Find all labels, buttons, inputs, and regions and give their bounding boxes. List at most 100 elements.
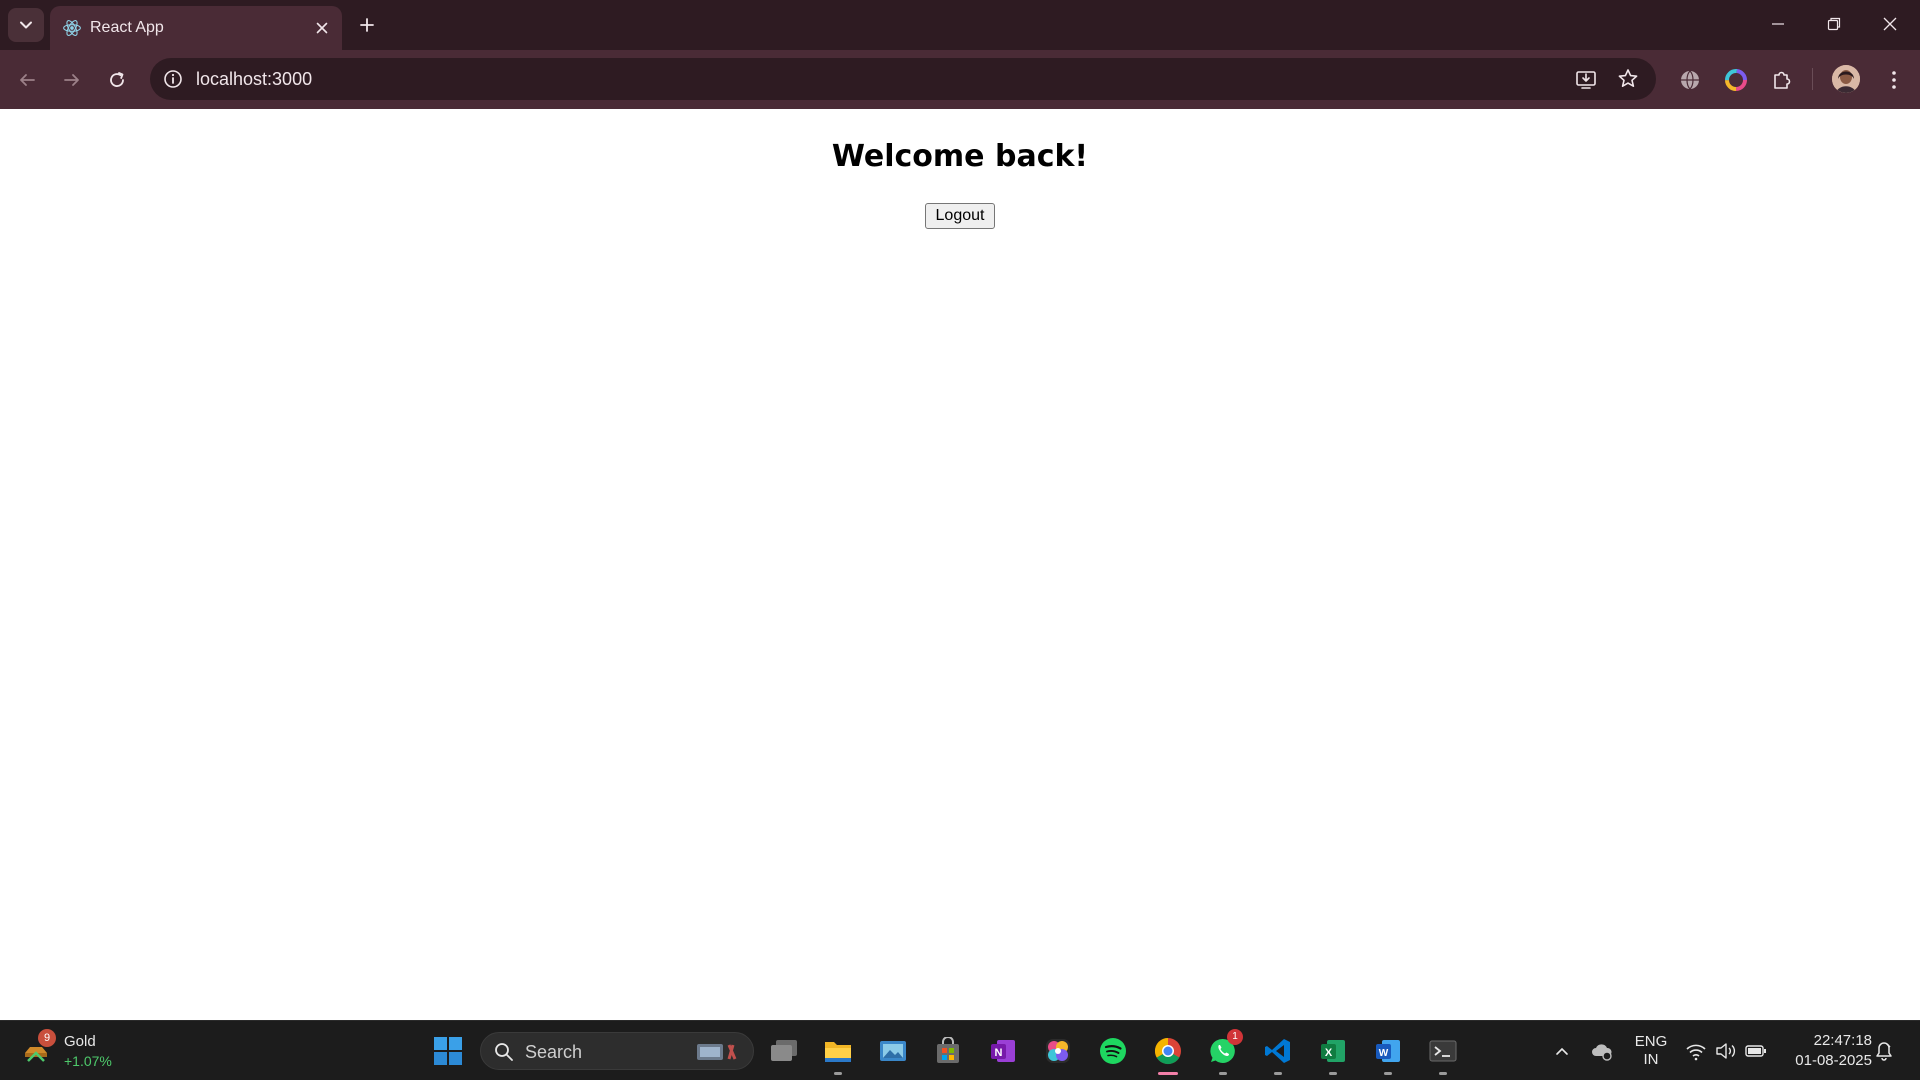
- taskbar-whatsapp[interactable]: 1: [1203, 1029, 1243, 1075]
- tab-search-button[interactable]: [8, 8, 44, 42]
- word-icon: W: [1376, 1040, 1400, 1062]
- web-page: Welcome back! Logout: [0, 109, 1920, 1020]
- page-title: Welcome back!: [831, 139, 1089, 174]
- taskbar-onenote[interactable]: N: [983, 1031, 1023, 1071]
- onenote-icon: N: [991, 1040, 1015, 1062]
- widget-title: Gold: [64, 1033, 96, 1050]
- extensions-puzzle-icon: [1774, 71, 1791, 89]
- clock[interactable]: 22:47:18 01-08-2025: [1782, 1031, 1872, 1071]
- battery-icon: [1745, 1045, 1766, 1057]
- widget-change: +1.07%: [64, 1053, 112, 1069]
- taskbar-excel[interactable]: X: [1313, 1031, 1353, 1075]
- running-indicator: [1384, 1072, 1392, 1075]
- color-extension-icon: [1725, 69, 1747, 91]
- close-icon: [1883, 17, 1897, 31]
- volume-tray-button[interactable]: [1714, 1039, 1738, 1063]
- running-indicator: [834, 1072, 842, 1075]
- active-indicator: [1158, 1072, 1178, 1075]
- forward-button[interactable]: [56, 64, 88, 96]
- tab-strip: React App: [0, 0, 1920, 50]
- install-app-icon[interactable]: [1574, 67, 1598, 91]
- globe-extension-button[interactable]: [1674, 64, 1706, 96]
- globe-extension-icon: [1681, 70, 1699, 90]
- taskbar-chrome[interactable]: [1148, 1031, 1188, 1075]
- copilot-icon: [1046, 1039, 1070, 1063]
- start-button[interactable]: [428, 1031, 468, 1071]
- toolbar-divider: [1812, 68, 1813, 90]
- chevron-up-icon: [1556, 1047, 1568, 1055]
- taskbar-terminal[interactable]: [1423, 1031, 1463, 1075]
- window-close-button[interactable]: [1862, 0, 1918, 48]
- taskbar-store[interactable]: [928, 1031, 968, 1071]
- forward-icon: [64, 74, 79, 86]
- taskbar: 9 Gold +1.07% Search N 1 X W ENG IN 22:4…: [0, 1020, 1920, 1080]
- wifi-icon: [1686, 1044, 1706, 1061]
- browser-menu-button[interactable]: [1878, 64, 1910, 96]
- avatar-image: [1832, 65, 1860, 93]
- store-icon: [937, 1037, 959, 1063]
- spotify-icon: [1100, 1038, 1126, 1064]
- new-tab-button[interactable]: [354, 12, 380, 38]
- close-icon: [316, 22, 328, 34]
- taskbar-word[interactable]: W: [1368, 1031, 1408, 1075]
- clock-date: 01-08-2025: [1795, 1052, 1872, 1069]
- browser-toolbar: localhost:3000: [0, 50, 1920, 109]
- vscode-icon: [1265, 1039, 1290, 1063]
- search-placeholder: Search: [525, 1042, 583, 1062]
- running-indicator: [1329, 1072, 1337, 1075]
- running-indicator: [1274, 1072, 1282, 1075]
- excel-icon: X: [1321, 1040, 1345, 1062]
- reload-button[interactable]: [101, 64, 133, 96]
- address-bar[interactable]: localhost:3000: [150, 58, 1656, 100]
- restore-icon: [1827, 17, 1841, 31]
- info-icon[interactable]: [162, 68, 184, 90]
- menu-kebab-icon: [1892, 71, 1896, 89]
- svg-text:W: W: [1379, 1048, 1389, 1059]
- tab-close-button[interactable]: [312, 18, 332, 38]
- language-region: IN: [1643, 1051, 1659, 1068]
- windows-start-icon: [434, 1037, 462, 1065]
- chrome-icon: [1154, 1037, 1181, 1065]
- plus-icon: [360, 18, 374, 32]
- search-highlight-icon: [697, 1044, 737, 1060]
- extensions-button[interactable]: [1766, 64, 1798, 96]
- search-icon: [495, 1043, 513, 1061]
- minimize-button[interactable]: [1750, 0, 1806, 48]
- taskbar-file-explorer[interactable]: [818, 1031, 858, 1075]
- taskbar-vscode[interactable]: [1258, 1031, 1298, 1075]
- color-extension-button[interactable]: [1720, 64, 1752, 96]
- taskbar-spotify[interactable]: [1093, 1031, 1133, 1071]
- logout-button[interactable]: Logout: [925, 203, 995, 229]
- running-indicator: [1439, 1072, 1447, 1075]
- taskbar-copilot[interactable]: [1038, 1031, 1078, 1071]
- taskbar-search[interactable]: Search: [480, 1032, 754, 1070]
- back-icon: [20, 74, 35, 86]
- onedrive-tray-button[interactable]: [1590, 1039, 1614, 1063]
- url-text[interactable]: localhost:3000: [196, 69, 312, 89]
- taskbar-photos[interactable]: [873, 1031, 913, 1071]
- taskbar-task-view[interactable]: [764, 1031, 804, 1071]
- notifications-button[interactable]: [1872, 1039, 1896, 1063]
- terminal-icon: [1429, 1040, 1457, 1062]
- running-indicator: [1219, 1072, 1227, 1075]
- svg-text:N: N: [995, 1047, 1003, 1059]
- browser-tab[interactable]: React App: [50, 6, 342, 50]
- screen: React App localhost:3000 Welcome back! L…: [0, 0, 1920, 1080]
- battery-tray-button[interactable]: [1744, 1039, 1768, 1063]
- clock-time: 22:47:18: [1813, 1032, 1872, 1049]
- widget-badge: 9: [38, 1029, 56, 1047]
- minimize-icon: [1772, 23, 1784, 25]
- restore-button[interactable]: [1806, 0, 1862, 48]
- photos-icon: [880, 1041, 906, 1061]
- tab-title: React App: [90, 19, 164, 36]
- stock-widget[interactable]: 9 Gold +1.07%: [22, 1029, 142, 1073]
- back-button[interactable]: [11, 64, 43, 96]
- wifi-tray-button[interactable]: [1684, 1039, 1708, 1063]
- show-hidden-icons-button[interactable]: [1550, 1039, 1574, 1063]
- profile-avatar[interactable]: [1832, 65, 1860, 93]
- reload-icon: [110, 72, 124, 87]
- onedrive-icon: [1592, 1044, 1612, 1061]
- language-code: ENG: [1634, 1033, 1668, 1050]
- bookmark-star-icon[interactable]: [1616, 67, 1640, 91]
- language-indicator[interactable]: ENG IN: [1628, 1033, 1674, 1069]
